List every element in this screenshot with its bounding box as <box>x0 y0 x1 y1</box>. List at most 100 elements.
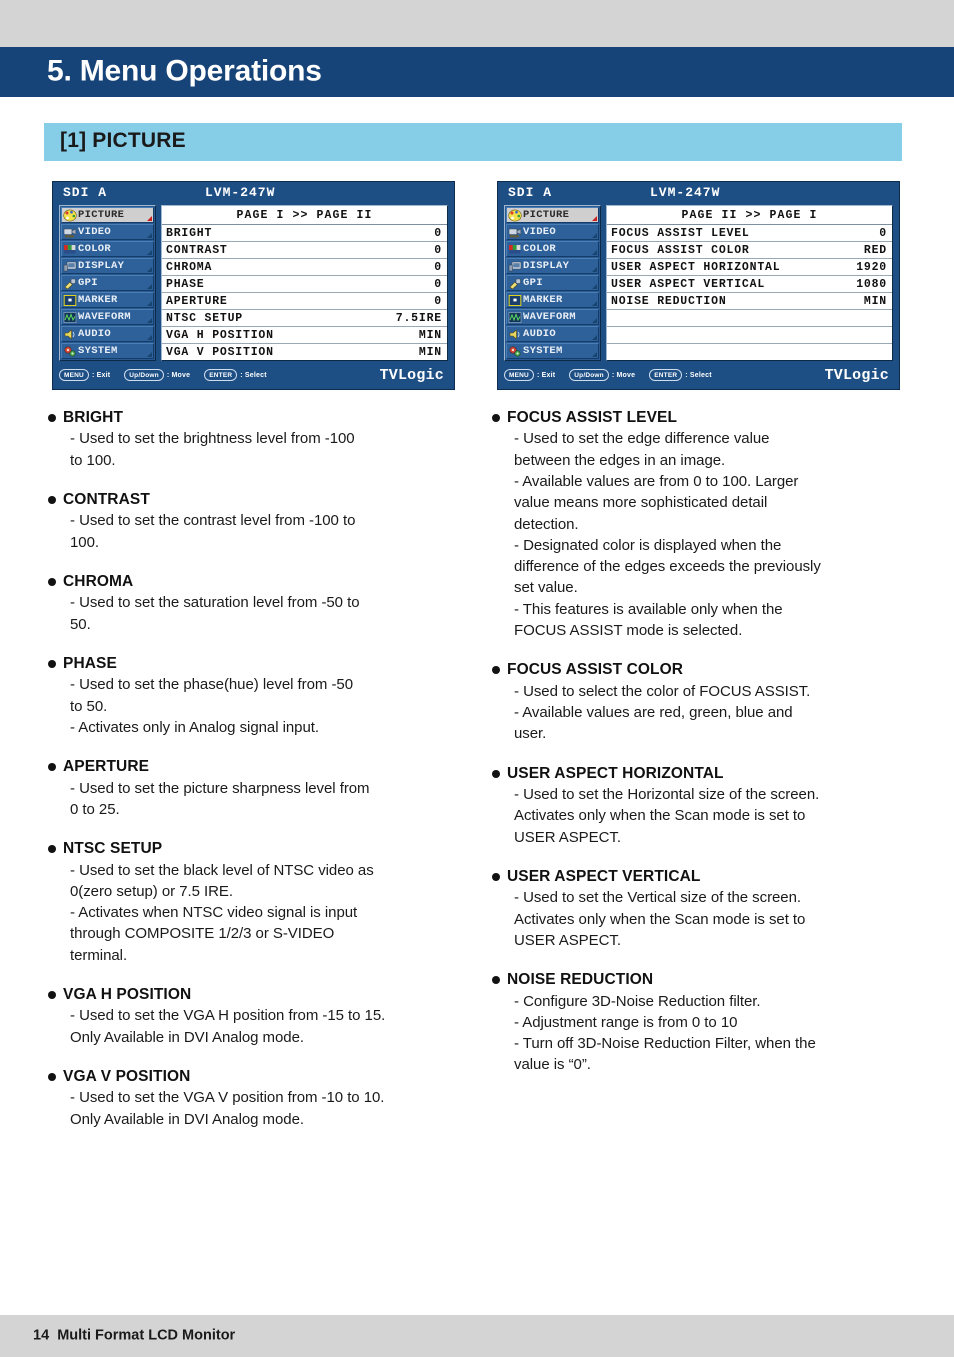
description-entry: FOCUS ASSIST LEVEL - Used to set the edge… <box>492 408 910 641</box>
description-line: between the edges in an image. <box>514 451 726 469</box>
speaker-icon <box>63 328 77 341</box>
osd-input-source: SDI A <box>508 185 553 200</box>
plug-icon <box>508 277 522 290</box>
description-entry: VGA H POSITION - Used to set the VGA H po… <box>48 985 460 1048</box>
osd-menu-item-waveform[interactable]: WAVEFORM <box>61 309 154 325</box>
top-gray-band <box>0 0 954 47</box>
osd-menu-item-audio[interactable]: AUDIO <box>506 326 599 342</box>
osd-menu-item-display[interactable]: DISPLAY <box>61 258 154 274</box>
osd-setting-row[interactable]: APERTURE 0 <box>162 293 447 310</box>
osd-setting-value: 1080 <box>856 277 887 291</box>
osd-model-name: LVM-247W <box>650 185 721 200</box>
description-entry: FOCUS ASSIST COLOR - Used to select the c… <box>492 660 910 744</box>
osd-brand-logo: TVLogic <box>824 366 889 384</box>
osd-setting-value: 0 <box>879 226 887 240</box>
description-entry-title: BRIGHT <box>63 409 124 426</box>
osd-menu-item-label: MARKER <box>78 293 118 306</box>
osd-menu-item-video[interactable]: VIDEO <box>506 224 599 240</box>
osd-setting-label: FOCUS ASSIST COLOR <box>611 243 750 257</box>
osd-menu-item-color[interactable]: COLOR <box>506 241 599 257</box>
osd-key-hint-bar: MENU: Exit Up/Down: Move ENTER: Select TVLo… <box>59 364 448 386</box>
osd-menu-item-video[interactable]: VIDEO <box>61 224 154 240</box>
osd-menu-item-system[interactable]: SYSTEM <box>61 343 154 359</box>
submenu-indicator-icon <box>147 284 152 289</box>
description-line: to 100. <box>70 451 116 469</box>
osd-menu-item-color[interactable]: COLOR <box>61 241 154 257</box>
osd-menu-item-label: WAVEFORM <box>523 310 576 323</box>
osd-key-hint: Up/Down: Move <box>569 369 635 381</box>
description-entry-header: VGA V POSITION <box>48 1067 460 1086</box>
chapter-title-bar: 5. Menu Operations <box>0 47 954 97</box>
description-line: - Activates only in Analog signal input. <box>70 718 319 736</box>
osd-setting-row[interactable]: VGA H POSITION MIN <box>162 327 447 344</box>
osd-menu-item-marker[interactable]: MARKER <box>506 292 599 308</box>
description-entry-title: PHASE <box>63 654 117 672</box>
description-line: through COMPOSITE 1/2/3 or S-VIDEO <box>70 925 335 943</box>
description-entry-body: - Used to set the VGA H position from -1… <box>70 1005 460 1048</box>
bullet-icon <box>492 769 500 778</box>
description-entry-title: APERTURE <box>63 758 150 776</box>
osd-setting-row[interactable]: USER ASPECT HORIZONTAL 1920 <box>607 259 892 276</box>
description-entry-title: FOCUS ASSIST COLOR <box>507 661 684 679</box>
osd-setting-row[interactable]: FOCUS ASSIST LEVEL 0 <box>607 225 892 242</box>
osd-setting-row[interactable]: VGA V POSITION MIN <box>162 344 447 360</box>
palette-icon <box>63 209 77 222</box>
description-line: - This features is available only when t… <box>514 600 783 618</box>
osd-menu-item-gpi[interactable]: GPI <box>61 275 154 291</box>
bullet-icon <box>492 872 500 881</box>
description-entry-body: - Configure 3D-Noise Reduction filter. - … <box>514 991 910 1076</box>
osd-setting-row[interactable]: NOISE REDUCTION MIN <box>607 293 892 310</box>
description-entry-body: - Used to set the contrast level from -1… <box>70 510 460 553</box>
description-entry-header: PHASE <box>48 654 460 673</box>
description-line: - Adjustment range is from 0 to 10 <box>514 1013 738 1031</box>
osd-menu-item-picture[interactable]: PICTURE <box>61 207 154 223</box>
description-line: - Used to set the contrast level from -1… <box>70 512 356 530</box>
osd-key-hint-bar: MENU: Exit Up/Down: Move ENTER: Select TVLo… <box>504 364 893 386</box>
osd-setting-row[interactable]: PHASE 0 <box>162 276 447 293</box>
product-name: Multi Format LCD Monitor <box>57 1327 236 1344</box>
description-line: detection. <box>514 515 579 533</box>
description-line: 100. <box>70 533 99 551</box>
osd-setting-row[interactable]: NTSC SETUP 7.5IRE <box>162 310 447 327</box>
osd-page-navigation-row[interactable]: PAGE I >> PAGE II <box>162 206 447 225</box>
osd-setting-label: CHROMA <box>166 260 213 274</box>
osd-menu-item-display[interactable]: DISPLAY <box>506 258 599 274</box>
description-entry-body: - Used to set the saturation level from … <box>70 592 460 635</box>
osd-setting-row[interactable]: CHROMA 0 <box>162 259 447 276</box>
description-entry-body: - Used to set the brightness level from … <box>70 428 460 471</box>
osd-setting-row[interactable]: CONTRAST 0 <box>162 242 447 259</box>
osd-menu-item-gpi[interactable]: GPI <box>506 275 599 291</box>
description-line: Only Available in DVI Analog mode. <box>70 1110 305 1128</box>
submenu-indicator-icon <box>592 301 597 306</box>
osd-page-navigation-row[interactable]: PAGE II >> PAGE I <box>607 206 892 225</box>
osd-settings-table: PAGE II >> PAGE I FOCUS ASSIST LEVEL 0 FOCU… <box>606 205 893 361</box>
page-number: 14 <box>33 1327 50 1344</box>
osd-setting-value: MIN <box>863 294 887 308</box>
osd-menu-item-waveform[interactable]: WAVEFORM <box>506 309 599 325</box>
osd-body: PICTURE VIDEO COLOR DISPLAY GPI MARKER WAVEFOR… <box>59 205 448 361</box>
osd-setting-label: VGA V POSITION <box>166 345 274 359</box>
osd-menu-item-marker[interactable]: MARKER <box>61 292 154 308</box>
description-entry-header: NTSC SETUP <box>48 839 460 858</box>
osd-setting-value: MIN <box>418 345 442 359</box>
osd-menu-item-label: DISPLAY <box>523 259 570 272</box>
osd-key-cap: Up/Down <box>569 369 609 381</box>
osd-menu-item-label: SYSTEM <box>78 344 118 357</box>
osd-setting-row[interactable]: FOCUS ASSIST COLOR RED <box>607 242 892 259</box>
osd-menu-item-picture[interactable]: PICTURE <box>506 207 599 223</box>
description-entry: USER ASPECT VERTICAL - Used to set the Ve… <box>492 867 910 951</box>
monitor-icon <box>63 260 77 273</box>
submenu-indicator-icon <box>592 284 597 289</box>
gears-icon <box>508 345 522 358</box>
description-entry-header: USER ASPECT VERTICAL <box>492 867 910 886</box>
osd-setting-row[interactable]: USER ASPECT VERTICAL 1080 <box>607 276 892 293</box>
description-line: - Used to set the black level of NTSC vi… <box>70 861 374 879</box>
osd-menu-item-system[interactable]: SYSTEM <box>506 343 599 359</box>
osd-key-action: : Select <box>685 371 712 379</box>
osd-menu-item-label: MARKER <box>523 293 563 306</box>
osd-menu-item-audio[interactable]: AUDIO <box>61 326 154 342</box>
osd-setting-row[interactable]: BRIGHT 0 <box>162 225 447 242</box>
description-line: - Used to set the Vertical size of the s… <box>514 889 802 907</box>
submenu-indicator-icon <box>147 267 152 272</box>
description-line: - Available values are from 0 to 100. La… <box>514 472 799 490</box>
